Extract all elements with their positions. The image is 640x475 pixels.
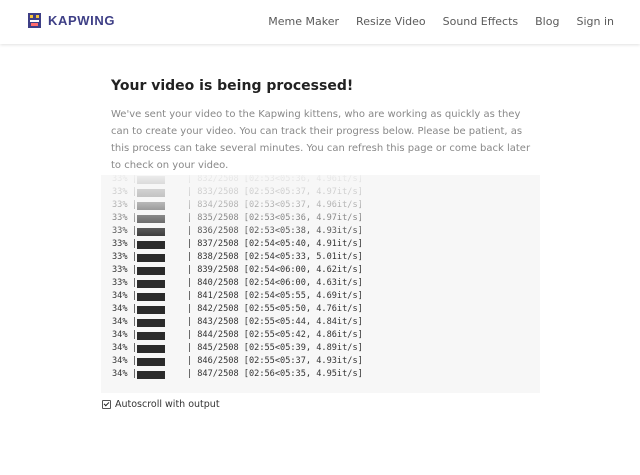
log-bar-end: | <box>166 175 198 184</box>
log-bar-end: | <box>166 304 198 314</box>
log-progress-bar <box>137 175 166 184</box>
log-progress-bar <box>137 214 166 223</box>
log-bar-end: | <box>166 369 198 379</box>
log-progress-text: 833/2508 [02:53<05:37, 4.97it/s] <box>197 187 363 197</box>
log-progress-text: 846/2508 [02:55<05:37, 4.93it/s] <box>197 356 363 366</box>
brand-name: KAPWING <box>48 13 116 28</box>
nav-sign-in[interactable]: Sign in <box>576 15 614 28</box>
log-percent: 33% <box>112 239 128 249</box>
log-bar-end: | <box>166 356 198 366</box>
progress-log-lines: 33% | | 832/2508 [02:53<05:36, 4.96it/s] 3… <box>112 175 363 381</box>
log-percent: 33% <box>112 200 128 210</box>
log-percent: 33% <box>112 265 128 275</box>
log-progress-bar <box>137 357 166 366</box>
log-percent: 34% <box>112 317 128 327</box>
log-line: 33% | | 835/2508 [02:53<05:36, 4.97it/s] <box>112 212 363 225</box>
log-bar-end: | <box>166 200 198 210</box>
log-percent: 33% <box>112 252 128 262</box>
log-progress-text: 837/2508 [02:54<05:40, 4.91it/s] <box>197 239 363 249</box>
log-progress-bar <box>137 331 166 340</box>
log-line: 34% | | 842/2508 [02:55<05:50, 4.76it/s] <box>112 303 363 316</box>
log-bar-end: | <box>166 187 198 197</box>
log-progress-bar <box>137 279 166 288</box>
log-line: 34% | | 841/2508 [02:54<05:55, 4.69it/s] <box>112 290 363 303</box>
log-progress-text: 835/2508 [02:53<05:36, 4.97it/s] <box>197 213 363 223</box>
log-progress-bar <box>137 188 166 197</box>
kapwing-logo-icon <box>27 12 42 29</box>
progress-log[interactable]: 33% | | 832/2508 [02:53<05:36, 4.96it/s] 3… <box>101 175 540 393</box>
autoscroll-checkbox[interactable] <box>102 400 111 409</box>
log-line: 33% | | 840/2508 [02:54<06:00, 4.63it/s] <box>112 277 363 290</box>
log-progress-text: 845/2508 [02:55<05:39, 4.89it/s] <box>197 343 363 353</box>
log-bar-end: | <box>166 317 198 327</box>
log-progress-text: 838/2508 [02:54<05:33, 5.01it/s] <box>197 252 363 262</box>
log-percent: 33% <box>112 187 128 197</box>
log-percent: 34% <box>112 369 128 379</box>
log-progress-bar <box>137 305 166 314</box>
log-progress-bar <box>137 318 166 327</box>
log-percent: 34% <box>112 291 128 301</box>
page-title: Your video is being processed! <box>111 78 354 94</box>
log-progress-bar <box>137 292 166 301</box>
log-line: 34% | | 847/2508 [02:56<05:35, 4.95it/s] <box>112 368 363 381</box>
nav-blog[interactable]: Blog <box>535 15 559 28</box>
brand-logo[interactable]: KAPWING <box>27 12 115 29</box>
log-line: 33% | | 834/2508 [02:53<05:37, 4.96it/s] <box>112 199 363 212</box>
log-line: 33% | | 837/2508 [02:54<05:40, 4.91it/s] <box>112 238 363 251</box>
log-line: 34% | | 846/2508 [02:55<05:37, 4.93it/s] <box>112 355 363 368</box>
log-line: 34% | | 844/2508 [02:55<05:42, 4.86it/s] <box>112 329 363 342</box>
log-percent: 34% <box>112 343 128 353</box>
log-line: 34% | | 845/2508 [02:55<05:39, 4.89it/s] <box>112 342 363 355</box>
log-line: 33% | | 838/2508 [02:54<05:33, 5.01it/s] <box>112 251 363 264</box>
log-progress-bar <box>137 344 166 353</box>
log-bar-end: | <box>166 278 198 288</box>
site-header: KAPWING Meme Maker Resize Video Sound Ef… <box>0 0 640 44</box>
log-progress-text: 842/2508 [02:55<05:50, 4.76it/s] <box>197 304 363 314</box>
log-bar-end: | <box>166 330 198 340</box>
autoscroll-label: Autoscroll with output <box>115 399 220 410</box>
log-bar-end: | <box>166 239 198 249</box>
nav-resize-video[interactable]: Resize Video <box>356 15 426 28</box>
log-line: 33% | | 833/2508 [02:53<05:37, 4.97it/s] <box>112 186 363 199</box>
log-progress-bar <box>137 253 166 262</box>
log-percent: 34% <box>112 304 128 314</box>
log-progress-text: 836/2508 [02:53<05:38, 4.93it/s] <box>197 226 363 236</box>
autoscroll-option[interactable]: Autoscroll with output <box>102 399 220 410</box>
top-nav: Meme Maker Resize Video Sound Effects Bl… <box>251 15 614 28</box>
log-bar-end: | <box>166 291 198 301</box>
log-progress-text: 844/2508 [02:55<05:42, 4.86it/s] <box>197 330 363 340</box>
log-percent: 33% <box>112 175 128 184</box>
processing-description: We've sent your video to the Kapwing kit… <box>111 109 531 171</box>
log-progress-bar <box>137 227 166 236</box>
log-progress-text: 847/2508 [02:56<05:35, 4.95it/s] <box>197 369 363 379</box>
nav-meme-maker[interactable]: Meme Maker <box>268 15 339 28</box>
log-progress-text: 834/2508 [02:53<05:37, 4.96it/s] <box>197 200 363 210</box>
log-progress-bar <box>137 370 166 379</box>
log-line: 33% | | 839/2508 [02:54<06:00, 4.62it/s] <box>112 264 363 277</box>
log-percent: 33% <box>112 213 128 223</box>
log-percent: 34% <box>112 356 128 366</box>
log-bar-end: | <box>166 226 198 236</box>
log-progress-bar <box>137 240 166 249</box>
nav-sound-effects[interactable]: Sound Effects <box>443 15 519 28</box>
log-progress-text: 840/2508 [02:54<06:00, 4.63it/s] <box>197 278 363 288</box>
log-bar-end: | <box>166 265 198 275</box>
log-line: 33% | | 832/2508 [02:53<05:36, 4.96it/s] <box>112 175 363 186</box>
log-progress-text: 841/2508 [02:54<05:55, 4.69it/s] <box>197 291 363 301</box>
log-progress-bar <box>137 201 166 210</box>
log-progress-text: 843/2508 [02:55<05:44, 4.84it/s] <box>197 317 363 327</box>
log-percent: 33% <box>112 226 128 236</box>
log-bar-end: | <box>166 343 198 353</box>
log-bar-end: | <box>166 213 198 223</box>
log-line: 33% | | 836/2508 [02:53<05:38, 4.93it/s] <box>112 225 363 238</box>
log-bar-end: | <box>166 252 198 262</box>
log-progress-text: 839/2508 [02:54<06:00, 4.62it/s] <box>197 265 363 275</box>
log-progress-bar <box>137 266 166 275</box>
log-progress-text: 832/2508 [02:53<05:36, 4.96it/s] <box>197 175 363 184</box>
log-line: 34% | | 843/2508 [02:55<05:44, 4.84it/s] <box>112 316 363 329</box>
log-percent: 33% <box>112 278 128 288</box>
log-percent: 34% <box>112 330 128 340</box>
